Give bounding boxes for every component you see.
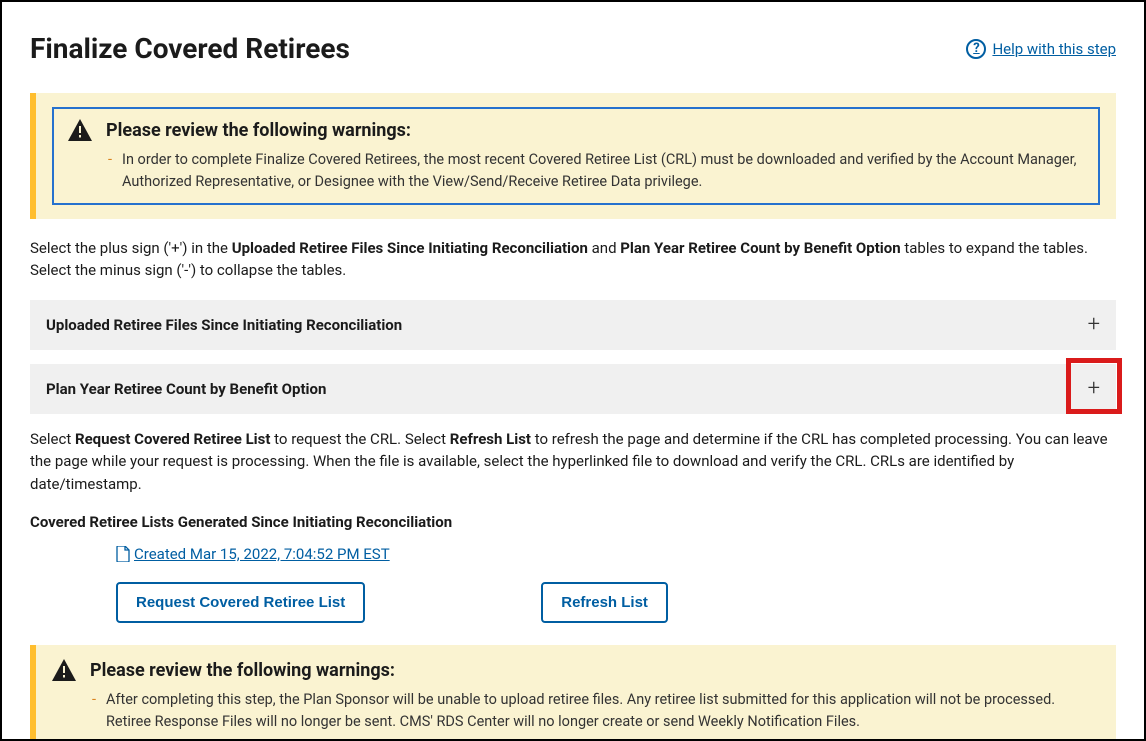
accordion-title: Plan Year Retiree Count by Benefit Optio… [46,380,326,398]
instruction-request-crl: Select Request Covered Retiree List to r… [30,428,1116,496]
crl-section-title: Covered Retiree Lists Generated Since In… [30,513,1116,531]
accordion-title: Uploaded Retiree Files Since Initiating … [46,316,402,334]
crl-file-text: Created Mar 15, 2022, 7:04:52 PM EST [134,545,390,563]
instruction-expand: Select the plus sign ('+') in the Upload… [30,237,1116,282]
request-crl-button[interactable]: Request Covered Retiree List [116,582,365,623]
crl-file-link[interactable]: Created Mar 15, 2022, 7:04:52 PM EST [116,545,390,563]
warning-focus-outline: Please review the following warnings: In… [52,107,1100,205]
accordion-plan-year-count[interactable]: Plan Year Retiree Count by Benefit Optio… [30,364,1116,414]
plus-icon: + [1088,378,1100,400]
warning-item: In order to complete Finalize Covered Re… [108,149,1084,193]
refresh-list-button[interactable]: Refresh List [541,582,668,623]
accordion-uploaded-files[interactable]: Uploaded Retiree Files Since Initiating … [30,300,1116,350]
warning-box-bottom: Please review the following warnings: Af… [30,645,1116,741]
plus-icon: + [1088,314,1100,336]
file-icon [116,546,130,562]
warning-icon [52,659,76,681]
warning-title: Please review the following warnings: [90,660,395,681]
help-icon: ? [966,39,986,59]
warning-item: After completing this step, the Plan Spo… [92,689,1100,733]
warning-box-top: Please review the following warnings: In… [30,93,1116,219]
page-title: Finalize Covered Retirees [30,32,350,65]
warning-icon [68,119,92,141]
help-link-text: Help with this step [992,40,1116,58]
help-link[interactable]: ? Help with this step [966,39,1116,59]
warning-title: Please review the following warnings: [106,120,411,141]
